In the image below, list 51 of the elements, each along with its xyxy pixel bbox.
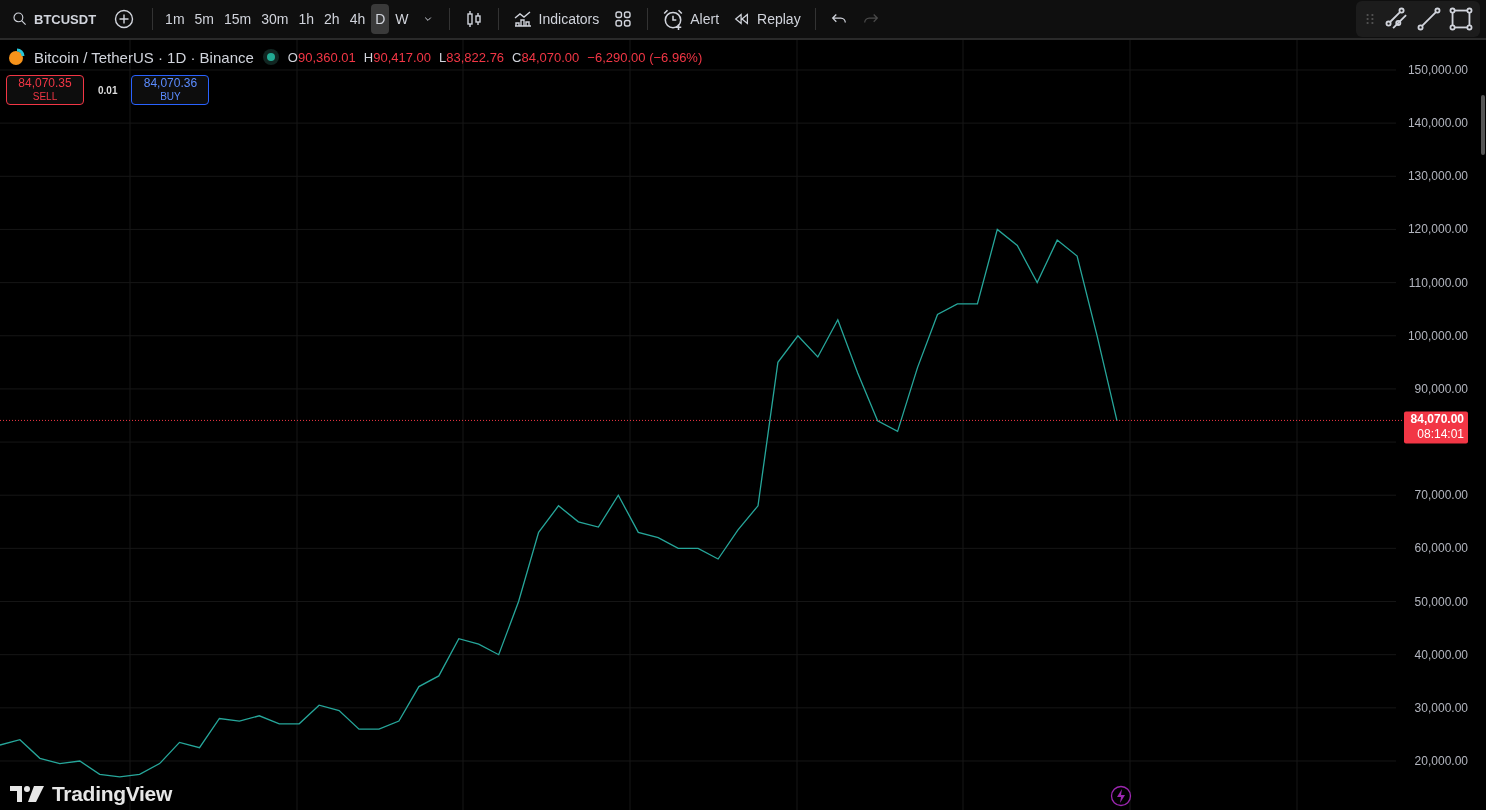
price-axis-label: 40,000.00 (1414, 647, 1468, 662)
search-icon (12, 11, 28, 27)
price-change: −6,290.00 (−6.96%) (587, 49, 703, 65)
symbol-title: Bitcoin / TetherUS · 1D · Binance (34, 48, 254, 66)
price-axis-label: 140,000.00 (1407, 116, 1468, 131)
ohlc-value: O90,360.01 (287, 49, 356, 65)
last-price-label: 84,070.00 (1410, 412, 1464, 427)
symbol-search[interactable]: BTCUSDT (6, 4, 103, 34)
bar-chart-icon (512, 9, 533, 29)
scrollbar[interactable] (1481, 95, 1485, 155)
price-axis-label: 50,000.00 (1414, 594, 1468, 609)
price-axis-label: 100,000.00 (1407, 328, 1468, 343)
alarm-clock-icon (662, 8, 685, 30)
interval-button[interactable]: D (371, 4, 390, 34)
logo-text: TradingView (52, 782, 172, 806)
price-axis-label: 110,000.00 (1408, 275, 1468, 290)
interval-button[interactable]: 1m (161, 4, 189, 34)
last-price-badge (1404, 411, 1468, 444)
lightning-icon[interactable] (1110, 785, 1132, 807)
interval-button[interactable]: 30m (257, 4, 293, 34)
interval-button[interactable]: W (391, 4, 413, 34)
replay-button[interactable]: Replay (727, 4, 807, 34)
grid-icon (613, 9, 634, 29)
logo-icon (10, 784, 46, 804)
interval-button[interactable]: 5m (190, 4, 218, 34)
countdown-label: 08:14:01 (1417, 427, 1464, 442)
interval-button[interactable]: 4h (345, 4, 370, 34)
price-axis-label: 130,000.00 (1407, 169, 1468, 184)
price-axis-label: 20,000.00 (1414, 754, 1468, 768)
rectangle-icon[interactable] (1448, 6, 1474, 32)
price-axis-label: 60,000.00 (1414, 541, 1468, 556)
bitcoin-icon (8, 48, 26, 66)
ohlc-value: C84,070.00 (512, 49, 580, 65)
price-axis-label: 30,000.00 (1414, 700, 1468, 715)
spread-value: 0.01 (97, 84, 119, 96)
alert-button[interactable]: Alert (656, 4, 726, 34)
ohlc-value: H90,417.00 (363, 49, 432, 65)
price-axis-label: 150,000.00 (1407, 63, 1468, 77)
plus-circle-icon (114, 9, 135, 29)
indicators-button[interactable]: Indicators (506, 4, 606, 34)
interval-button[interactable]: 2h (320, 4, 344, 34)
trend-line-icon[interactable] (1416, 6, 1442, 32)
price-axis-label: 70,000.00 (1414, 488, 1468, 503)
interval-button[interactable]: 15m (220, 4, 256, 34)
price-axis-label: 90,000.00 (1414, 381, 1468, 396)
price-axis-label: 120,000.00 (1407, 222, 1468, 237)
ohlc-value: L83,822.76 (439, 49, 505, 65)
sell-button[interactable]: 84,070.35 SELL (6, 75, 84, 105)
interval-button[interactable]: 1h (294, 4, 319, 34)
buy-button[interactable]: 84,070.36 BUY (131, 75, 210, 105)
status-dot-icon (261, 48, 280, 66)
